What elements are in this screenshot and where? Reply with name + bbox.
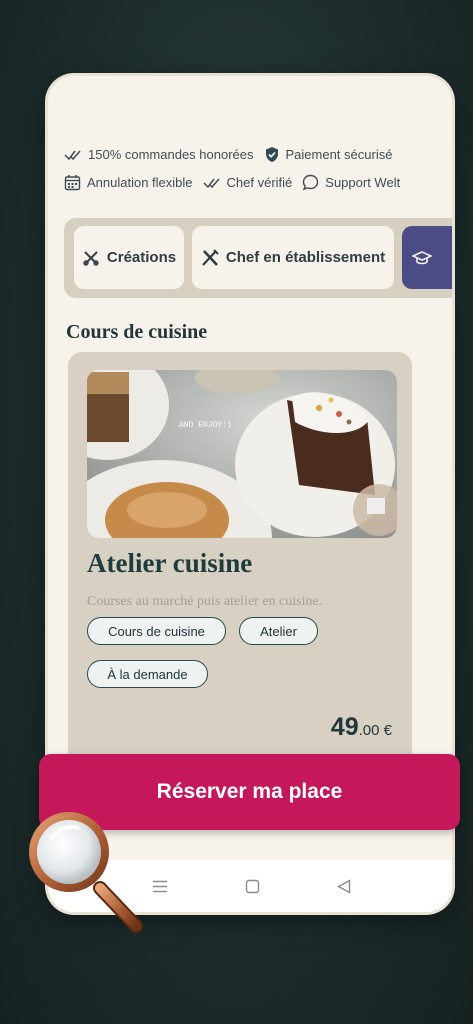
calendar-icon	[64, 175, 81, 191]
tab-chef-etablissement[interactable]: Chef en établissement	[192, 226, 394, 289]
tag-chip[interactable]: Atelier	[239, 617, 318, 645]
trust-badge-orders: 150% commandes honorées	[64, 147, 254, 162]
trust-row-2: Annulation flexible Chef vérifié Support…	[64, 174, 410, 191]
section-title: Cours de cuisine	[66, 321, 208, 343]
trust-badge-support: Support Welt	[302, 174, 400, 191]
utensils-icon	[202, 248, 219, 266]
tab-label: Créations	[106, 249, 177, 266]
trust-row-1: 150% commandes honorées Paiement sécuris…	[64, 146, 402, 163]
tag-chip[interactable]: À la demande	[87, 660, 208, 688]
course-card[interactable]: AND ENJOY:) Atelier cuisine Courses au m…	[68, 352, 412, 772]
trust-badge-chef: Chef vérifié	[203, 175, 293, 190]
double-check-icon	[64, 150, 81, 160]
graduation-cap-icon	[412, 250, 432, 264]
back-triangle-icon[interactable]	[337, 879, 351, 894]
trust-label: Annulation flexible	[87, 175, 193, 190]
price-main: 49	[330, 713, 359, 741]
trust-label: Support Welt	[325, 175, 401, 190]
trust-badge-cancellation: Annulation flexible	[64, 174, 193, 191]
trust-label: Chef vérifié	[226, 175, 293, 190]
trust-badge-payment: Paiement sécurisé	[264, 146, 393, 163]
course-title: Atelier cuisine	[87, 548, 253, 578]
tools-icon	[83, 250, 99, 266]
tag-chip[interactable]: Cours de cuisine	[87, 617, 226, 645]
home-square-icon[interactable]	[245, 879, 260, 894]
course-photo: AND ENJOY:)	[87, 370, 397, 538]
photo-caption: AND ENJOY:)	[179, 421, 232, 430]
course-description: Courses au marché puis atelier en cuisin…	[87, 594, 323, 609]
price: 49.00 €	[331, 713, 392, 742]
chat-bubble-icon	[303, 174, 319, 191]
magnifier-icon	[29, 812, 143, 933]
menu-icon[interactable]	[152, 880, 168, 893]
category-tabs: Créations Chef en établissement	[64, 218, 452, 298]
double-check-icon	[203, 178, 220, 188]
tab-creations[interactable]: Créations	[74, 226, 184, 289]
reserve-button-label: Réserver ma place	[156, 780, 343, 803]
shield-check-icon	[265, 147, 278, 162]
tab-label: Chef en établissement	[225, 249, 386, 266]
price-decimal: .00 €	[358, 722, 392, 739]
trust-label: Paiement sécurisé	[285, 147, 393, 162]
tab-cours[interactable]	[402, 226, 452, 289]
trust-label: 150% commandes honorées	[88, 147, 254, 162]
